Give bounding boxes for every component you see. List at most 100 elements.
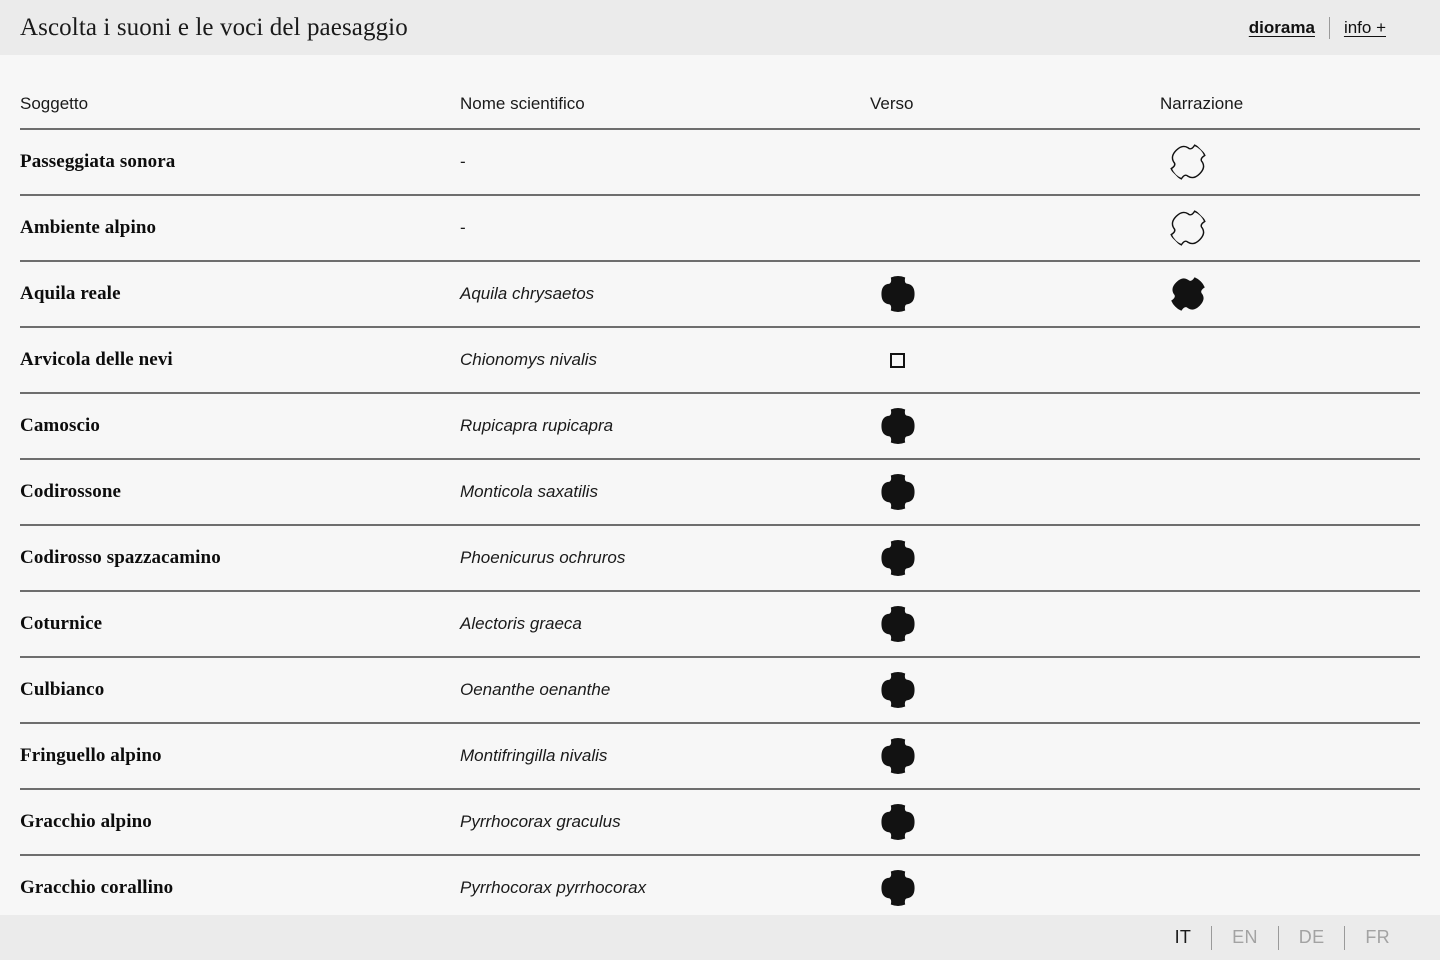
cell-verso[interactable]	[870, 657, 1160, 723]
scientific-name-label: Chionomys nivalis	[460, 350, 597, 369]
cell-scientific-wrapper: Montifringilla nivalis	[460, 723, 870, 789]
cell-subject-wrapper: Passeggiata sonora	[20, 129, 460, 195]
column-header-nome-scientifico: Nome scientifico	[460, 55, 870, 130]
app-header: Ascolta i suoni e le voci del paesaggio …	[0, 0, 1440, 55]
language-option-de[interactable]: DE	[1279, 927, 1345, 948]
language-option-en[interactable]: EN	[1212, 927, 1278, 948]
cell-verso[interactable]	[870, 591, 1160, 657]
cell-scientific-wrapper: Monticola saxatilis	[460, 459, 870, 525]
header-link-group: diorama info +	[1235, 16, 1400, 39]
scientific-name-label: Montifringilla nivalis	[460, 746, 608, 765]
cell-scientific-wrapper: Oenanthe oenanthe	[460, 657, 870, 723]
cell-scientific-wrapper: -	[460, 129, 870, 195]
cell-narrazione[interactable]	[1160, 195, 1420, 261]
cell-verso[interactable]	[870, 459, 1160, 525]
blob-filled-icon[interactable]	[880, 540, 916, 576]
cell-scientific-wrapper: Chionomys nivalis	[460, 327, 870, 393]
cell-scientific-wrapper: Pyrrhocorax pyrrhocorax	[460, 855, 870, 915]
blob-outline-icon[interactable]	[1163, 203, 1214, 254]
header-link-info[interactable]: info +	[1330, 18, 1400, 38]
table-row[interactable]: Codirossone Monticola saxatilis	[20, 459, 1420, 525]
blob-filled-icon[interactable]	[880, 870, 916, 906]
cell-subject-wrapper: Gracchio corallino	[20, 855, 460, 915]
cell-narrazione[interactable]	[1160, 393, 1420, 459]
scientific-name-label: Oenanthe oenanthe	[460, 680, 611, 699]
cell-subject-wrapper: Codirosso spazzacamino	[20, 525, 460, 591]
subject-label: Codirosso spazzacamino	[20, 547, 221, 568]
cell-narrazione[interactable]	[1160, 723, 1420, 789]
blob-filled-icon[interactable]	[880, 276, 916, 312]
cell-scientific-wrapper: -	[460, 195, 870, 261]
language-option-fr[interactable]: FR	[1345, 927, 1410, 948]
header-link-diorama[interactable]: diorama	[1235, 18, 1329, 38]
blob-filled-icon[interactable]	[880, 606, 916, 642]
scientific-name-label: Pyrrhocorax pyrrhocorax	[460, 878, 647, 897]
table-row[interactable]: Gracchio corallino Pyrrhocorax pyrrhocora…	[20, 855, 1420, 915]
cell-scientific-wrapper: Rupicapra rupicapra	[460, 393, 870, 459]
table-row[interactable]: Culbianco Oenanthe oenanthe	[20, 657, 1420, 723]
cell-verso[interactable]	[870, 327, 1160, 393]
cell-verso[interactable]	[870, 393, 1160, 459]
table-header-row: Soggetto Nome scientifico Verso Narrazio…	[20, 55, 1420, 130]
page-title: Ascolta i suoni e le voci del paesaggio	[20, 13, 408, 41]
blob-filled-icon[interactable]	[880, 474, 916, 510]
cell-verso[interactable]	[870, 261, 1160, 327]
cell-narrazione[interactable]	[1160, 459, 1420, 525]
cell-scientific-wrapper: Pyrrhocorax graculus	[460, 789, 870, 855]
cell-verso[interactable]	[870, 723, 1160, 789]
square-outline-icon[interactable]	[890, 352, 905, 368]
cell-subject-wrapper: Culbianco	[20, 657, 460, 723]
scientific-name-label: -	[460, 152, 466, 171]
cell-narrazione[interactable]	[1160, 525, 1420, 591]
blob-filled-icon[interactable]	[880, 804, 916, 840]
subject-label: Passeggiata sonora	[20, 151, 176, 172]
cell-narrazione[interactable]	[1160, 591, 1420, 657]
language-option-it[interactable]: IT	[1155, 927, 1212, 948]
blob-filled-icon[interactable]	[880, 738, 916, 774]
blob-filled-icon[interactable]	[880, 408, 916, 444]
cell-scientific-wrapper: Alectoris graeca	[460, 591, 870, 657]
app-root: Ascolta i suoni e le voci del paesaggio …	[0, 0, 1440, 960]
table-body: Passeggiata sonora - Ambiente alpino - Aquil…	[20, 129, 1420, 915]
sounds-table: Soggetto Nome scientifico Verso Narrazio…	[20, 55, 1420, 915]
scientific-name-label: Pyrrhocorax graculus	[460, 812, 621, 831]
cell-verso[interactable]	[870, 129, 1160, 195]
column-header-soggetto: Soggetto	[20, 55, 460, 130]
cell-verso[interactable]	[870, 789, 1160, 855]
table-row[interactable]: Codirosso spazzacamino Phoenicurus ochrur…	[20, 525, 1420, 591]
scientific-name-label: Phoenicurus ochruros	[460, 548, 626, 567]
blob-outline-icon[interactable]	[1163, 137, 1214, 188]
cell-narrazione[interactable]	[1160, 129, 1420, 195]
table-row[interactable]: Aquila reale Aquila chrysaetos	[20, 261, 1420, 327]
cell-subject-wrapper: Coturnice	[20, 591, 460, 657]
cell-narrazione[interactable]	[1160, 261, 1420, 327]
scientific-name-label: Aquila chrysaetos	[460, 284, 595, 303]
cell-narrazione[interactable]	[1160, 789, 1420, 855]
subject-label: Aquila reale	[20, 283, 121, 304]
table-row[interactable]: Gracchio alpino Pyrrhocorax graculus	[20, 789, 1420, 855]
cell-narrazione[interactable]	[1160, 327, 1420, 393]
table-row[interactable]: Fringuello alpino Montifringilla nivalis	[20, 723, 1420, 789]
table-row[interactable]: Camoscio Rupicapra rupicapra	[20, 393, 1420, 459]
subject-label: Fringuello alpino	[20, 745, 162, 766]
table-row[interactable]: Coturnice Alectoris graeca	[20, 591, 1420, 657]
cell-scientific-wrapper: Phoenicurus ochruros	[460, 525, 870, 591]
cell-verso[interactable]	[870, 195, 1160, 261]
cell-narrazione[interactable]	[1160, 855, 1420, 915]
cell-subject-wrapper: Camoscio	[20, 393, 460, 459]
subject-label: Ambiente alpino	[20, 217, 157, 238]
blob-filled-icon[interactable]	[1163, 269, 1214, 320]
subject-label: Gracchio corallino	[20, 877, 174, 898]
subject-label: Codirossone	[20, 481, 122, 502]
blob-filled-icon[interactable]	[880, 672, 916, 708]
cell-verso[interactable]	[870, 525, 1160, 591]
cell-subject-wrapper: Ambiente alpino	[20, 195, 460, 261]
cell-subject-wrapper: Arvicola delle nevi	[20, 327, 460, 393]
table-scroll-area[interactable]: Soggetto Nome scientifico Verso Narrazio…	[0, 55, 1440, 915]
table-row[interactable]: Arvicola delle nevi Chionomys nivalis	[20, 327, 1420, 393]
language-bar: IT EN DE FR	[0, 915, 1440, 960]
cell-verso[interactable]	[870, 855, 1160, 915]
cell-narrazione[interactable]	[1160, 657, 1420, 723]
table-row[interactable]: Ambiente alpino -	[20, 195, 1420, 261]
table-row[interactable]: Passeggiata sonora -	[20, 129, 1420, 195]
